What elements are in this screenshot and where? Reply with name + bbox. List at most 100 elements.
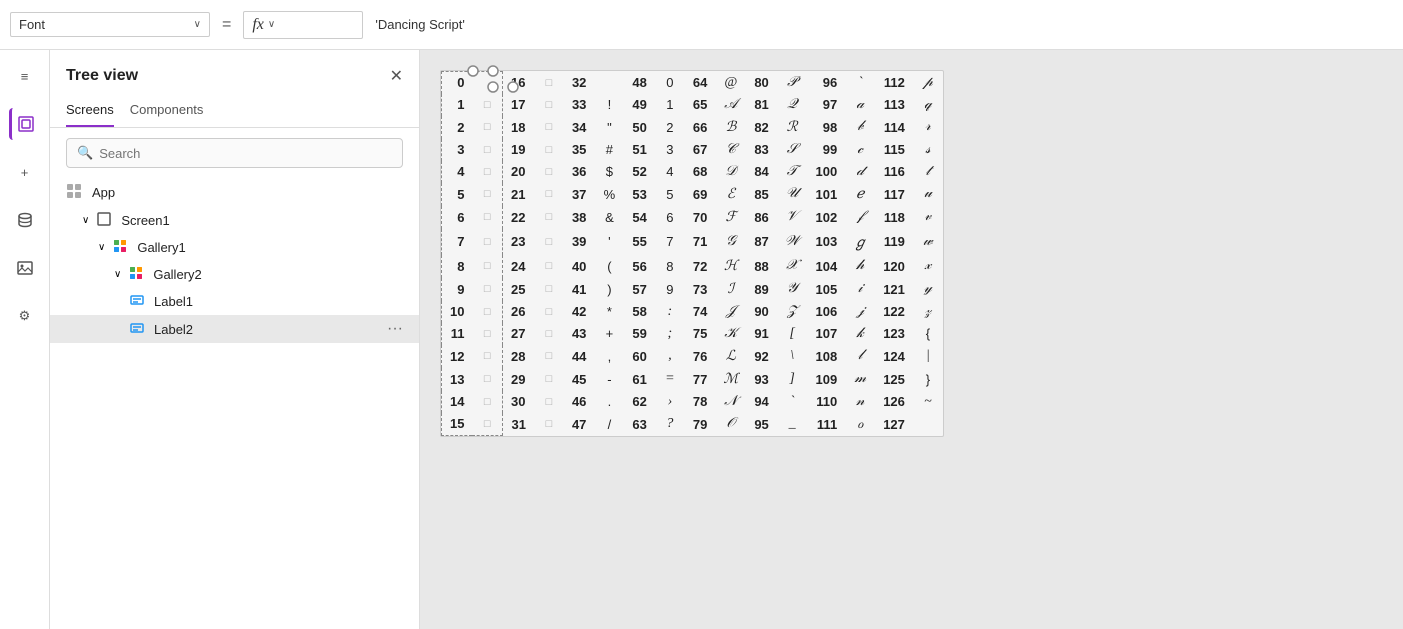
char-glyph[interactable]: □ <box>472 255 502 278</box>
char-glyph[interactable]: + <box>594 323 624 345</box>
char-glyph[interactable]: ' <box>594 229 624 255</box>
tree-item-label1[interactable]: Label1 <box>50 288 419 315</box>
char-glyph[interactable]: | <box>913 345 943 368</box>
char-glyph[interactable]: " <box>594 116 624 139</box>
char-glyph[interactable]: 𝓁 <box>845 345 875 368</box>
char-glyph[interactable]: ] <box>777 368 808 391</box>
font-dropdown[interactable]: Font ∨ <box>10 12 210 37</box>
char-glyph[interactable]: ℱ <box>715 206 746 229</box>
char-glyph[interactable]: □ <box>472 323 502 345</box>
char-glyph[interactable]: □ <box>472 301 502 323</box>
char-glyph[interactable]: 3 <box>655 139 685 161</box>
char-glyph[interactable]: 9 <box>655 278 685 301</box>
char-glyph[interactable]: □ <box>472 368 502 391</box>
char-glyph[interactable]: 𝓈 <box>913 139 943 161</box>
char-glyph[interactable]: 𝓅 <box>913 72 943 94</box>
char-glyph[interactable]: 𝓂 <box>845 368 875 391</box>
char-glyph[interactable]: □ <box>534 139 564 161</box>
char-glyph[interactable]: › <box>655 391 685 413</box>
char-glyph[interactable]: □ <box>472 391 502 413</box>
char-glyph[interactable]: 𝒦 <box>715 323 746 345</box>
char-glyph[interactable]: □ <box>534 206 564 229</box>
char-glyph[interactable]: ? <box>655 413 685 436</box>
char-glyph[interactable]: $ <box>594 161 624 183</box>
add-icon[interactable]: + <box>9 156 41 188</box>
char-glyph[interactable]: □ <box>534 413 564 436</box>
char-glyph[interactable]: 1 <box>655 94 685 116</box>
char-glyph[interactable]: - <box>594 368 624 391</box>
char-glyph[interactable]: □ <box>534 229 564 255</box>
char-glyph[interactable]: 𝒮 <box>777 139 808 161</box>
char-glyph[interactable]: ℬ <box>715 116 746 139</box>
char-glyph[interactable]: = <box>655 368 685 391</box>
char-glyph[interactable]: □ <box>534 345 564 368</box>
char-glyph[interactable]: 𝒰 <box>777 183 808 206</box>
char-glyph[interactable]: ‚ <box>655 345 685 368</box>
tab-components[interactable]: Components <box>130 94 204 127</box>
char-glyph[interactable]: 𝒲 <box>777 229 808 255</box>
char-glyph[interactable]: 𝒱 <box>777 206 808 229</box>
char-glyph[interactable]: ) <box>594 278 624 301</box>
char-glyph[interactable]: , <box>594 345 624 368</box>
char-glyph[interactable]: 𝓊 <box>913 183 943 206</box>
char-glyph[interactable]: ℋ <box>715 255 746 278</box>
char-glyph[interactable]: □ <box>472 206 502 229</box>
char-glyph[interactable]: 7 <box>655 229 685 255</box>
char-glyph[interactable]: □ <box>472 345 502 368</box>
char-glyph[interactable]: 𝒷 <box>845 116 875 139</box>
item-actions-menu[interactable]: ··· <box>387 320 403 338</box>
char-glyph[interactable]: 𝓆 <box>913 94 943 116</box>
char-glyph[interactable]: □ <box>534 72 564 94</box>
tree-item-gallery2[interactable]: ∨ Gallery2 <box>50 261 419 288</box>
char-glyph[interactable]: □ <box>472 161 502 183</box>
char-glyph[interactable]: □ <box>534 391 564 413</box>
char-glyph[interactable]: ℴ <box>845 413 875 436</box>
char-glyph[interactable]: ℒ <box>715 345 746 368</box>
char-glyph[interactable]: ( <box>594 255 624 278</box>
char-glyph[interactable]: / <box>594 413 624 436</box>
char-glyph[interactable]: □ <box>534 301 564 323</box>
char-glyph[interactable]: & <box>594 206 624 229</box>
char-glyph[interactable]: ! <box>594 94 624 116</box>
char-glyph[interactable] <box>913 413 943 436</box>
layers-icon[interactable] <box>9 108 41 140</box>
char-glyph[interactable]: 𝒹 <box>845 161 875 183</box>
char-glyph[interactable]: 𝒥 <box>715 301 746 323</box>
char-glyph[interactable]: □ <box>534 116 564 139</box>
char-glyph[interactable]: 𝒞 <box>715 139 746 161</box>
char-glyph[interactable]: @ <box>715 72 746 94</box>
char-glyph[interactable]: \ <box>777 345 808 368</box>
close-button[interactable]: ✕ <box>390 66 403 86</box>
char-glyph[interactable]: 𝓏 <box>913 301 943 323</box>
char-glyph[interactable]: 𝒻 <box>845 206 875 229</box>
char-glyph[interactable] <box>472 72 502 94</box>
char-glyph[interactable]: 𝓍 <box>913 255 943 278</box>
tree-item-gallery1[interactable]: ∨ Gallery1 <box>50 234 419 261</box>
char-glyph[interactable]: ` <box>845 72 875 94</box>
char-glyph[interactable]: 5 <box>655 183 685 206</box>
char-glyph[interactable]: 6 <box>655 206 685 229</box>
char-glyph[interactable]: ; <box>655 323 685 345</box>
char-glyph[interactable]: 𝒸 <box>845 139 875 161</box>
tree-item-app[interactable]: App <box>50 178 419 207</box>
char-glyph[interactable]: □ <box>534 278 564 301</box>
char-glyph[interactable]: □ <box>472 229 502 255</box>
char-glyph[interactable]: ` <box>777 391 808 413</box>
media-icon[interactable] <box>9 252 41 284</box>
char-glyph[interactable]: ℛ <box>777 116 808 139</box>
char-glyph[interactable]: 𝒳 <box>777 255 808 278</box>
char-glyph[interactable]: 𝒢 <box>715 229 746 255</box>
tree-item-label2[interactable]: Label2 ··· <box>50 315 419 343</box>
char-glyph[interactable]: 𝒜 <box>715 94 746 116</box>
char-glyph[interactable]: 𝒪 <box>715 413 746 436</box>
char-glyph[interactable]: 𝒯 <box>777 161 808 183</box>
char-glyph[interactable]: 𝓋 <box>913 206 943 229</box>
settings-icon[interactable]: ⚙ <box>9 300 41 332</box>
char-glyph[interactable]: 𝒴 <box>777 278 808 301</box>
char-glyph[interactable]: □ <box>534 183 564 206</box>
char-glyph[interactable]: 𝓎 <box>913 278 943 301</box>
char-glyph[interactable]: 𝒿 <box>845 301 875 323</box>
char-glyph[interactable]: 𝓉 <box>913 161 943 183</box>
char-glyph[interactable]: 𝓇 <box>913 116 943 139</box>
formula-input[interactable] <box>371 13 1393 36</box>
